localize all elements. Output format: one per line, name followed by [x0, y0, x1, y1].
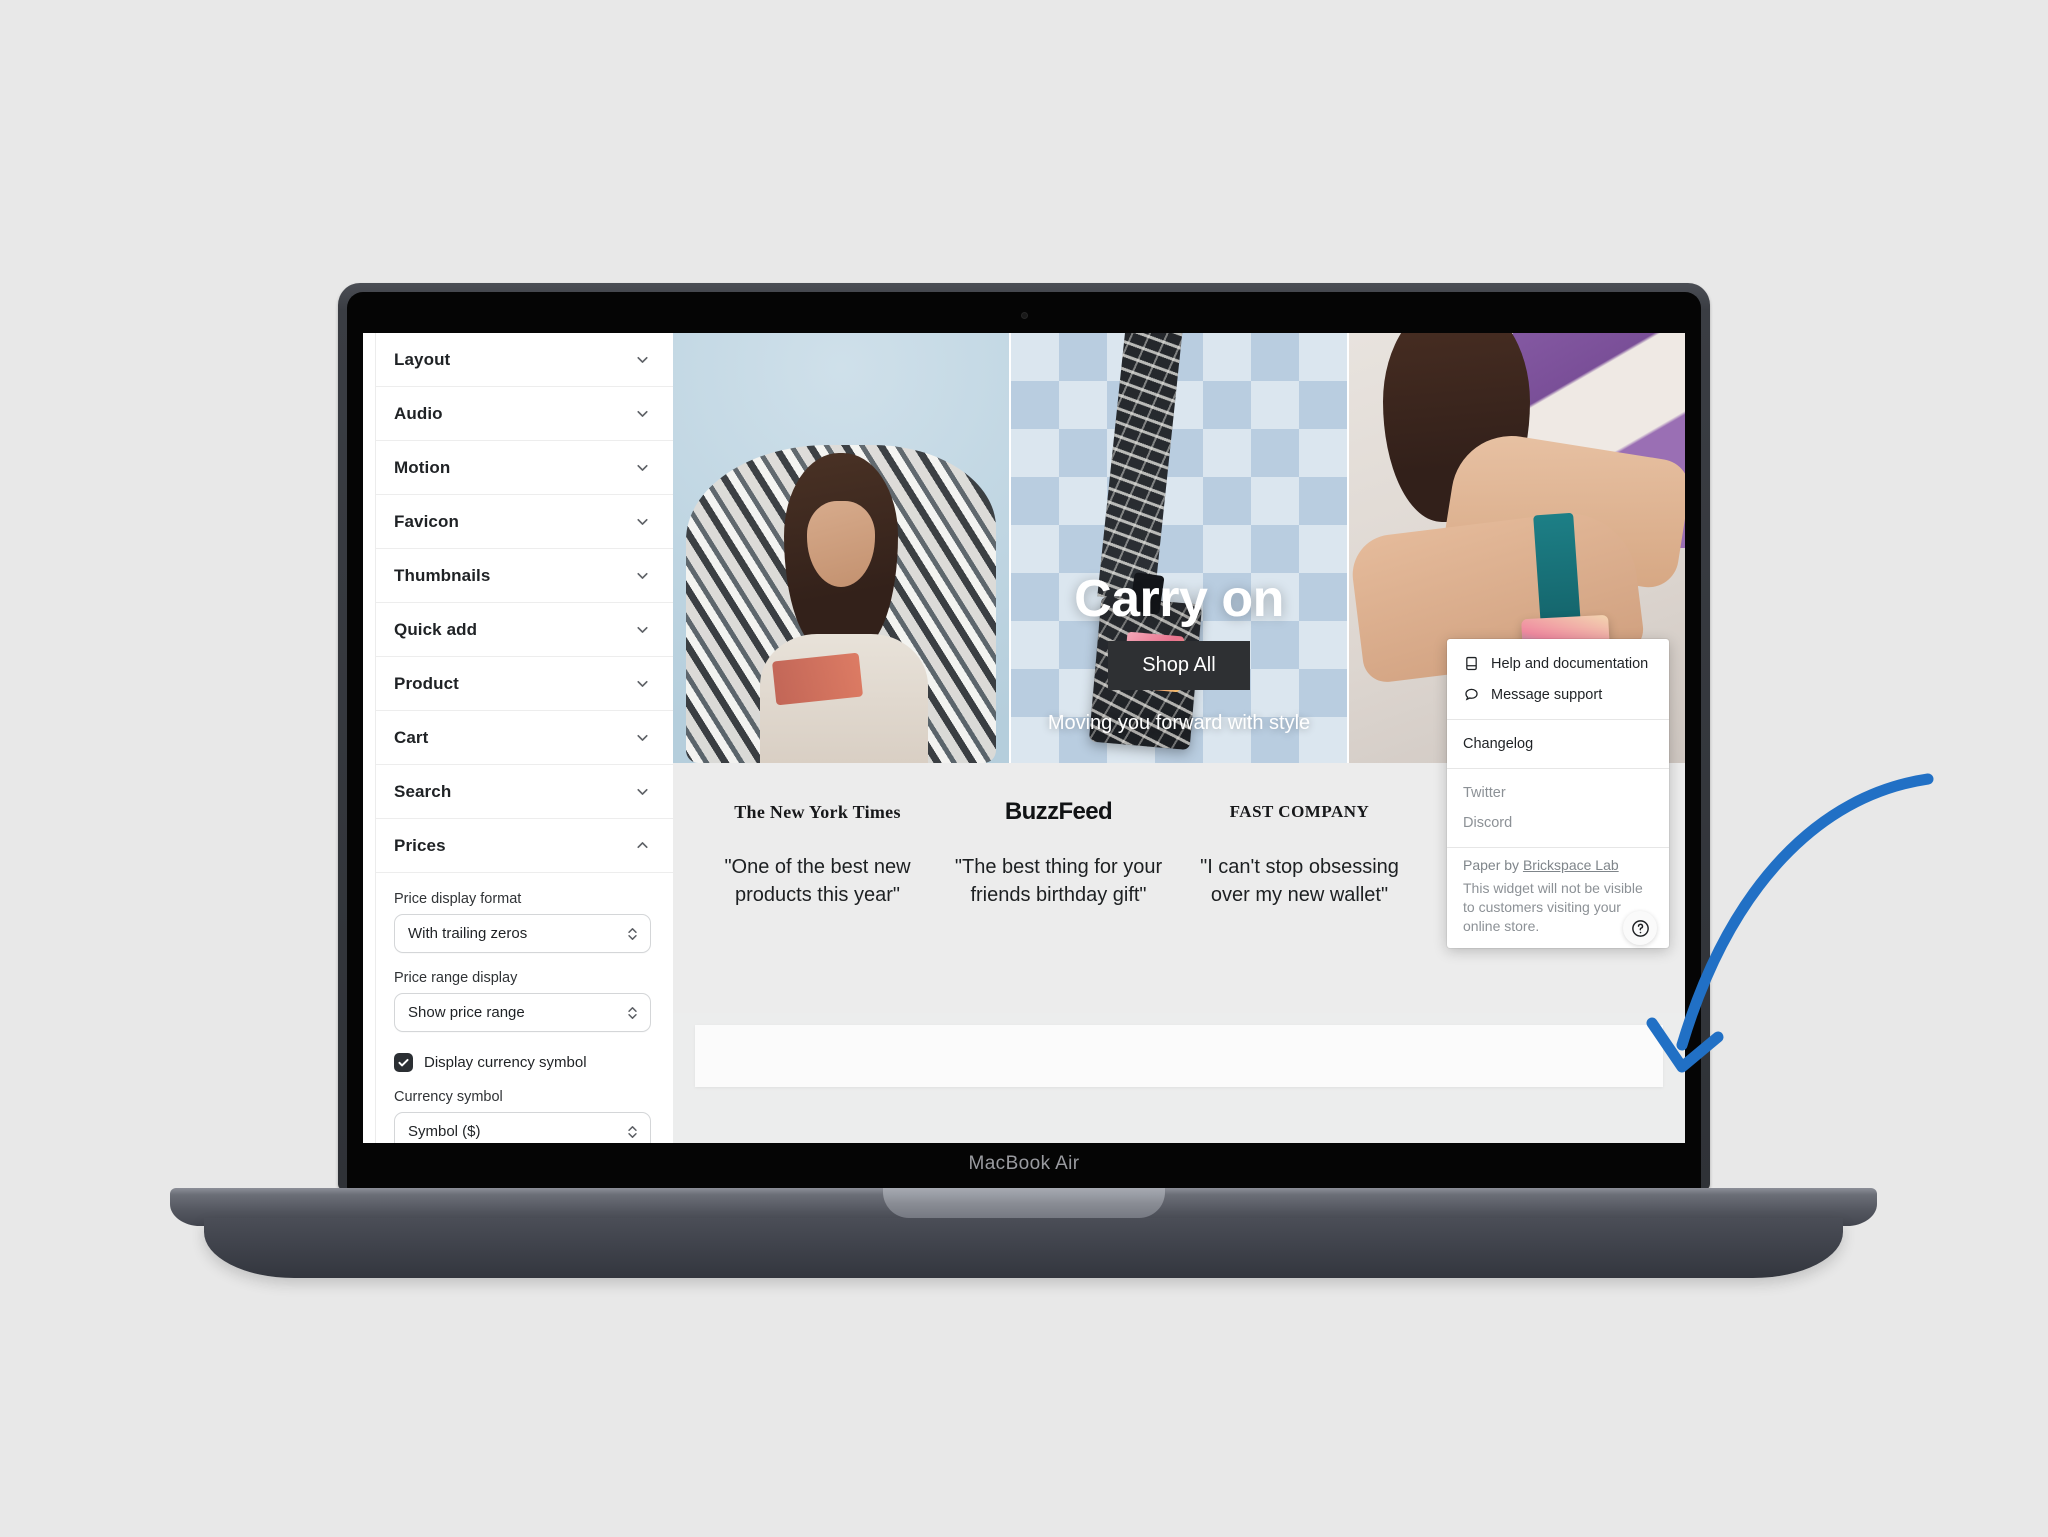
display-currency-symbol-label: Display currency symbol — [424, 1054, 587, 1071]
press-column: The New York Times "One of the best new … — [697, 797, 938, 1013]
shop-all-button[interactable]: Shop All — [1108, 641, 1250, 690]
sidebar-item-label: Quick add — [394, 619, 478, 639]
brickspace-lab-link[interactable]: Brickspace Lab — [1523, 857, 1619, 873]
press-column: BuzzFeed "The best thing for your friend… — [938, 797, 1179, 1013]
popup-changelog-section: Changelog — [1447, 719, 1669, 768]
discord-label: Discord — [1463, 815, 1513, 831]
sidebar-item-prices[interactable]: Prices — [376, 819, 673, 873]
theme-settings-sidebar: Layout Audio Motion Favicon Thumbnails Q… — [363, 333, 673, 1143]
chevron-down-icon — [634, 729, 651, 746]
sidebar-item-label: Audio — [394, 403, 443, 423]
popup-primary-section: Help and documentation Message support — [1447, 639, 1669, 719]
currency-symbol-value: Symbol ($) — [408, 1123, 481, 1140]
sidebar-item-cart[interactable]: Cart — [376, 711, 673, 765]
device-label: MacBook Air — [968, 1153, 1080, 1174]
credit-line: Paper by Brickspace Lab — [1463, 857, 1653, 873]
price-range-display-value: Show price range — [408, 1004, 525, 1021]
sidebar-item-product[interactable]: Product — [376, 657, 673, 711]
macbook-air-mockup: MacBook Air Layout Audio Motion Favicon … — [338, 283, 1710, 1190]
select-chevron-updown-icon — [626, 924, 639, 943]
store-preview: Carry on Shop All Moving you forward wit… — [673, 333, 1685, 1143]
press-column: FAST COMPANY "I can't stop obsessing ove… — [1179, 797, 1420, 1013]
sidebar-item-label: Cart — [394, 727, 429, 747]
chevron-down-icon — [634, 783, 651, 800]
twitter-item[interactable]: Twitter — [1447, 778, 1669, 808]
chevron-down-icon — [634, 351, 651, 368]
laptop-base-bottom — [204, 1218, 1843, 1278]
popup-social-section: Twitter Discord — [1447, 768, 1669, 847]
webcam-icon — [1020, 312, 1028, 319]
sidebar-panel: Layout Audio Motion Favicon Thumbnails Q… — [375, 333, 673, 1143]
discord-item[interactable]: Discord — [1447, 808, 1669, 838]
press-quote: "I can't stop obsessing over my new wall… — [1200, 856, 1399, 907]
sidebar-item-label: Favicon — [394, 511, 459, 531]
help-popup-menu: Help and documentation Message support C… — [1447, 639, 1669, 948]
question-mark-circle-icon — [1631, 919, 1649, 937]
hero-image-1 — [673, 333, 1009, 763]
sidebar-item-motion[interactable]: Motion — [376, 441, 673, 495]
sidebar-item-label: Thumbnails — [394, 565, 491, 585]
display-currency-symbol-checkbox-row[interactable]: Display currency symbol — [394, 1053, 651, 1072]
credit-prefix: Paper by — [1463, 857, 1523, 873]
press-logo-text: The New York Times — [734, 801, 901, 822]
chevron-up-icon — [634, 837, 651, 854]
chevron-down-icon — [634, 513, 651, 530]
select-chevron-updown-icon — [626, 1003, 639, 1022]
checkbox-checked-icon[interactable] — [394, 1053, 413, 1072]
sidebar-item-quick-add[interactable]: Quick add — [376, 603, 673, 657]
help-and-documentation-item[interactable]: Help and documentation — [1447, 648, 1669, 679]
chevron-down-icon — [634, 405, 651, 422]
sidebar-item-label: Layout — [394, 349, 451, 369]
changelog-label: Changelog — [1463, 736, 1534, 752]
sidebar-item-favicon[interactable]: Favicon — [376, 495, 673, 549]
select-chevron-updown-icon — [626, 1122, 639, 1141]
message-support-label: Message support — [1491, 686, 1603, 703]
chevron-down-icon — [634, 567, 651, 584]
the-new-york-times-logo: The New York Times — [734, 797, 901, 827]
price-display-format-select[interactable]: With trailing zeros — [394, 914, 651, 953]
twitter-label: Twitter — [1463, 785, 1506, 801]
press-quote: "One of the best new products this year" — [724, 856, 911, 907]
sidebar-item-label: Motion — [394, 457, 451, 477]
sidebar-item-audio[interactable]: Audio — [376, 387, 673, 441]
buzzfeed-logo: BuzzFeed — [1004, 797, 1113, 827]
sidebar-item-label: Search — [394, 781, 452, 801]
help-and-documentation-label: Help and documentation — [1491, 655, 1649, 672]
help-question-button[interactable] — [1623, 911, 1657, 945]
sidebar-item-layout[interactable]: Layout — [376, 333, 673, 387]
price-display-format-value: With trailing zeros — [408, 925, 528, 942]
press-logo-text: FAST COMPANY — [1229, 802, 1370, 821]
changelog-item[interactable]: Changelog — [1447, 729, 1669, 759]
sidebar-item-label: Product — [394, 673, 459, 693]
chevron-down-icon — [634, 675, 651, 692]
chat-bubble-icon — [1463, 686, 1480, 703]
chevron-down-icon — [634, 621, 651, 638]
preview-footer-bar — [695, 1025, 1663, 1087]
press-logo-text: BuzzFeed — [1004, 798, 1113, 825]
screen-viewport: Layout Audio Motion Favicon Thumbnails Q… — [363, 333, 1685, 1143]
prices-settings-panel: Price display format With trailing zeros… — [376, 873, 673, 1143]
book-icon — [1463, 655, 1480, 672]
sidebar-item-label: Prices — [394, 835, 446, 855]
hero-image-2 — [1009, 333, 1347, 763]
chevron-down-icon — [634, 459, 651, 476]
fast-company-logo: FAST COMPANY — [1230, 797, 1370, 827]
press-quote: "The best thing for your friends birthda… — [954, 856, 1163, 907]
message-support-item[interactable]: Message support — [1447, 679, 1669, 710]
price-display-format-label: Price display format — [394, 891, 522, 907]
laptop-base-notch — [882, 1188, 1165, 1218]
laptop-base — [170, 1188, 1877, 1308]
currency-symbol-select[interactable]: Symbol ($) — [394, 1112, 651, 1143]
sidebar-item-search[interactable]: Search — [376, 765, 673, 819]
sidebar-item-thumbnails[interactable]: Thumbnails — [376, 549, 673, 603]
currency-symbol-label: Currency symbol — [394, 1089, 503, 1105]
price-range-display-label: Price range display — [394, 970, 518, 986]
price-range-display-select[interactable]: Show price range — [394, 993, 651, 1032]
